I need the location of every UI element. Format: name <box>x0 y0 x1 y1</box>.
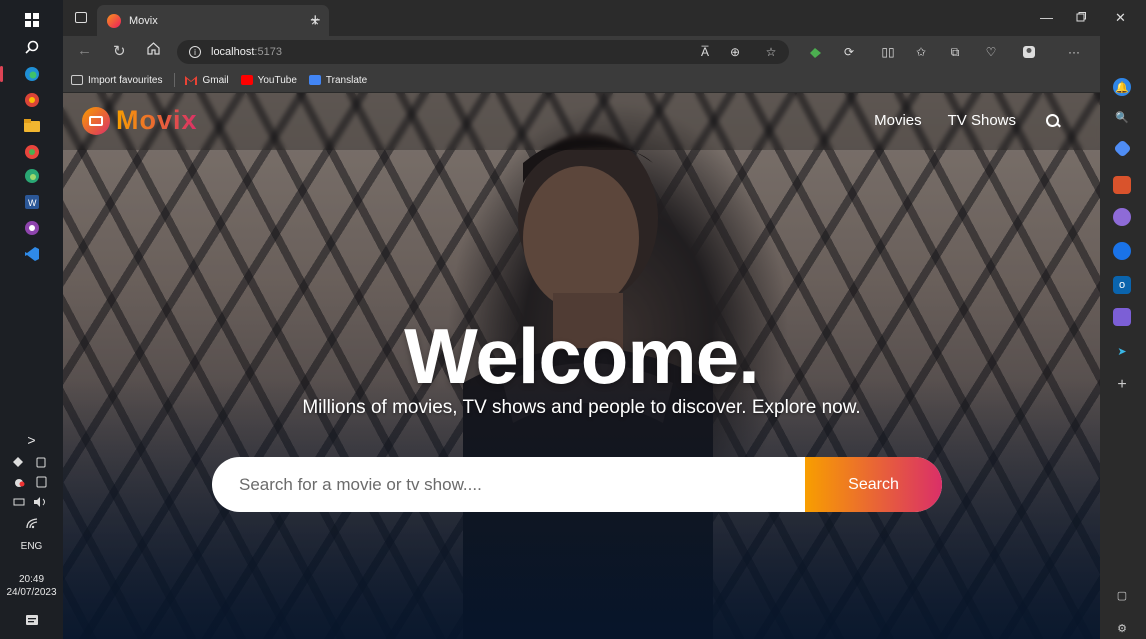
fav-label: Import favourites <box>88 74 163 86</box>
svg-text:W: W <box>28 198 37 208</box>
tab-movix[interactable]: Movix × <box>97 5 329 36</box>
hero-banner: Welcome. Millions of movies, TV shows an… <box>63 93 1100 639</box>
windows-taskbar: W > ENG 20:49 24/07/2023 <box>0 0 63 639</box>
restore-icon[interactable] <box>1076 10 1086 25</box>
new-tab-button[interactable]: + <box>310 10 321 31</box>
notifications-icon[interactable] <box>0 614 63 631</box>
fav-youtube[interactable]: YouTube <box>240 74 297 86</box>
fav-label: YouTube <box>257 74 297 86</box>
chrome-icon[interactable] <box>22 90 42 110</box>
minimize-icon[interactable]: — <box>1040 10 1053 25</box>
address-port: :5173 <box>254 46 282 58</box>
drop-icon[interactable] <box>1113 308 1131 326</box>
tray-row-2 <box>0 476 63 491</box>
profile-icon[interactable] <box>1021 44 1037 60</box>
back-icon[interactable]: ← <box>77 42 92 59</box>
microsoft-365-icon[interactable] <box>1113 242 1131 260</box>
translate-icon <box>308 75 321 85</box>
fav-separator <box>174 73 176 87</box>
edge-dev-icon[interactable] <box>22 166 42 186</box>
clock-time[interactable]: 20:49 <box>0 574 63 585</box>
screen: W > ENG 20:49 24/07/2023 Movix × + — ✕ ←… <box>0 0 1146 639</box>
file-explorer-icon[interactable] <box>22 116 42 136</box>
tray-row-3 <box>0 496 63 511</box>
hero-search-input[interactable] <box>212 457 805 512</box>
tab-title: Movix <box>129 14 158 27</box>
site-info-icon[interactable]: i <box>189 46 201 58</box>
split-screen-icon[interactable]: ▯▯ <box>880 44 896 60</box>
fav-gmail[interactable]: Gmail <box>185 74 229 86</box>
favorite-star-icon[interactable]: ☆ <box>763 44 779 60</box>
telegram-icon[interactable]: ➤ <box>1113 342 1131 360</box>
hero-subtitle: Millions of movies, TV shows and people … <box>302 397 861 418</box>
browser-toolbar: ← ↻ i localhost:5173 A̅ ⊕ ☆ ⟳ ▯▯ ✩ ⧉ ♡ ·… <box>63 36 1146 68</box>
page-viewport: Movix Movies TV Shows Welcome. Millions … <box>63 93 1100 639</box>
word-icon[interactable]: W <box>22 192 42 212</box>
vscode-icon[interactable] <box>22 244 42 264</box>
wifi-icon[interactable] <box>0 517 63 532</box>
search-icon[interactable] <box>22 37 42 57</box>
hide-sidebar-icon[interactable]: ▢ <box>1113 586 1131 604</box>
hero-title: Welcome. <box>404 312 760 400</box>
browser-essentials-icon[interactable]: ♡ <box>983 44 999 60</box>
edge-sidebar: 🔔 🔍 o ➤ + ▢ ⚙ <box>1100 36 1146 639</box>
sidebar-search-icon[interactable]: 🔍 <box>1113 108 1131 126</box>
home-icon[interactable] <box>147 42 160 59</box>
youtube-icon <box>240 75 253 85</box>
browser-tabstrip: Movix × + — ✕ <box>63 0 1146 36</box>
add-sidebar-app-icon[interactable]: + <box>1113 376 1131 394</box>
github-desktop-icon[interactable] <box>22 218 42 238</box>
chrome-canary-icon[interactable] <box>22 142 42 162</box>
tray-row-1 <box>0 456 63 471</box>
movix-favicon-icon <box>107 13 121 28</box>
close-window-icon[interactable]: ✕ <box>1115 10 1126 26</box>
fav-label: Translate <box>325 74 368 86</box>
zoom-icon[interactable]: ⊕ <box>727 44 743 60</box>
more-menu-icon[interactable]: ··· <box>1066 44 1082 60</box>
gmail-icon <box>185 75 198 85</box>
fav-label: Gmail <box>202 74 229 86</box>
favorites-icon[interactable]: ✩ <box>913 44 929 60</box>
tab-actions-icon[interactable] <box>75 12 87 23</box>
language-indicator[interactable]: ENG <box>0 541 63 552</box>
tray-chevron[interactable]: > <box>0 432 63 448</box>
extensions-icon[interactable]: ⟳ <box>841 44 857 60</box>
notification-bell-icon[interactable]: 🔔 <box>1113 78 1131 96</box>
tools-icon[interactable] <box>1113 176 1131 194</box>
fav-translate[interactable]: Translate <box>308 74 368 86</box>
collections-icon[interactable]: ⧉ <box>947 44 963 60</box>
fav-import-favourites[interactable]: Import favourites <box>71 75 162 86</box>
outlook-icon[interactable]: o <box>1113 276 1131 294</box>
games-icon[interactable] <box>1113 208 1131 226</box>
windows-start-icon[interactable] <box>22 10 42 30</box>
extension-green-icon[interactable] <box>807 44 823 60</box>
sidebar-settings-icon[interactable]: ⚙ <box>1113 619 1131 637</box>
hero-search-button[interactable]: Search <box>805 457 942 512</box>
edge-icon[interactable] <box>0 64 42 84</box>
shopping-tag-icon[interactable] <box>1113 139 1132 158</box>
hero-search: Search <box>212 457 942 512</box>
clock-date[interactable]: 24/07/2023 <box>0 587 63 598</box>
favourites-bar: Import favourites Gmail YouTube Translat… <box>63 68 1146 93</box>
refresh-icon[interactable]: ↻ <box>113 42 126 60</box>
import-icon <box>71 75 83 85</box>
read-aloud-icon[interactable]: A̅ <box>697 44 713 60</box>
address-host: localhost <box>211 46 255 58</box>
